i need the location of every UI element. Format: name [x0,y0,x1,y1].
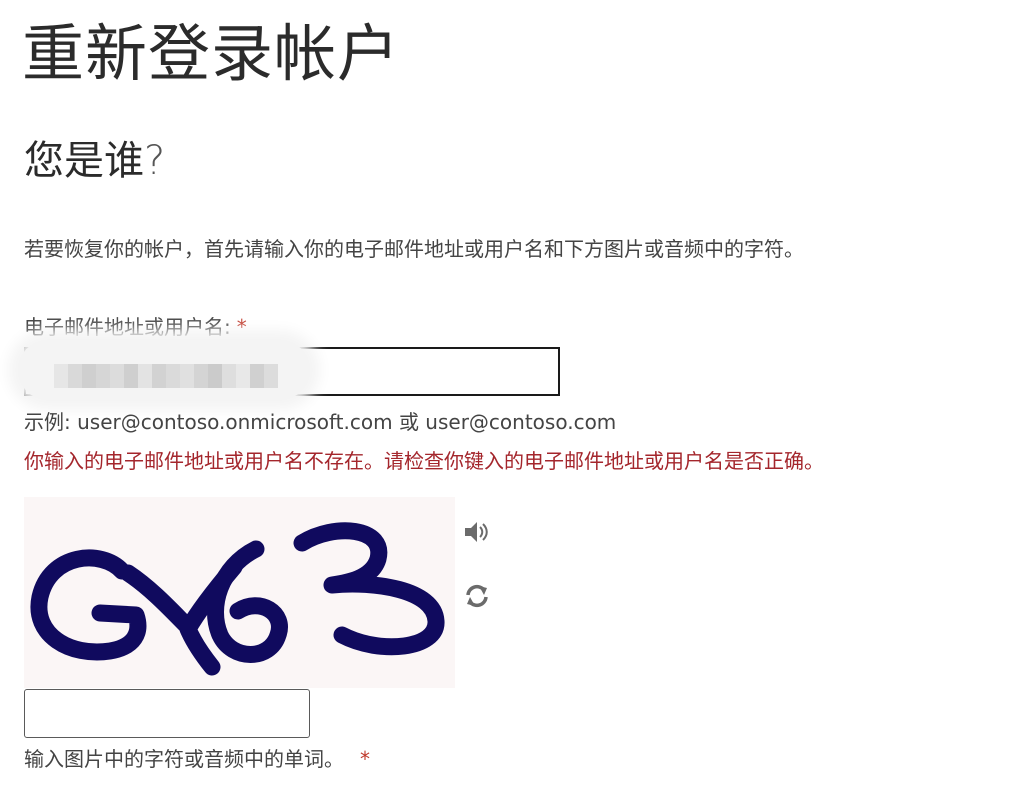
captcha-hint: 输入图片中的字符或音频中的单词。 * [24,744,370,774]
page-title: 重新登录帐户 [22,17,401,90]
captcha-glyph-3 [293,522,445,656]
captcha-image [24,497,455,688]
speaker-icon[interactable] [462,517,492,547]
captcha-input[interactable] [24,689,310,738]
error-message: 你输入的电子邮件地址或用户名不存在。请检查你键入的电子邮件地址或用户名是否正确。 [24,449,824,473]
section-heading-text: 您是谁 [24,138,144,184]
captcha-hint-text: 输入图片中的字符或音频中的单词。 [24,747,344,771]
required-mark: * [236,315,247,339]
intro-text: 若要恢复你的帐户，首先请输入你的电子邮件地址或用户名和下方图片或音频中的字符。 [24,237,804,261]
email-example: 示例: user@contoso.onmicrosoft.com 或 user@… [24,410,617,434]
refresh-icon[interactable] [462,581,492,611]
captcha-required-mark: * [360,747,370,771]
email-label: 电子邮件地址或用户名: * [24,312,247,342]
captcha-glyph-6 [207,540,288,663]
section-heading-mark: ? [144,138,166,184]
redacted-email-pixels [54,364,278,388]
section-heading: 您是谁? [24,134,165,188]
email-label-text: 电子邮件地址或用户名: [24,315,231,339]
